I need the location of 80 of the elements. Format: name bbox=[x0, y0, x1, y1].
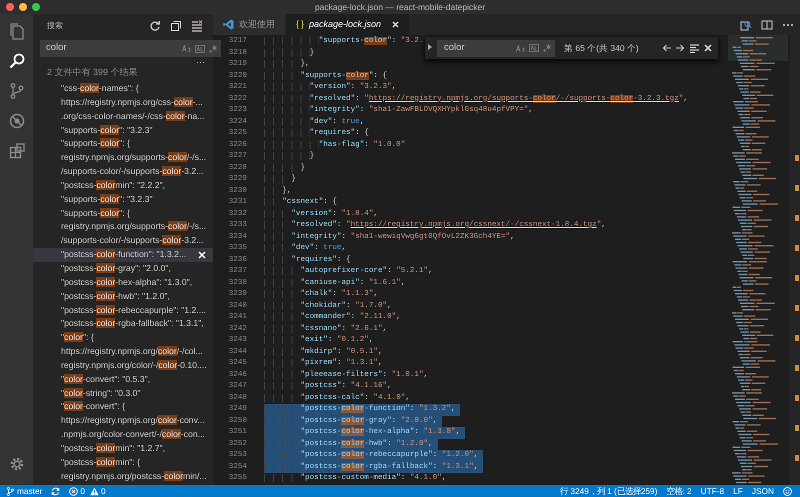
source-control-icon[interactable] bbox=[8, 82, 26, 100]
problems-status[interactable]: 0 0 bbox=[69, 484, 106, 497]
close-button[interactable] bbox=[704, 44, 712, 52]
collapse-all-icon[interactable] bbox=[170, 20, 182, 32]
search-result[interactable]: "color-string": "0.3.0" bbox=[33, 386, 213, 400]
dismiss-icon[interactable] bbox=[198, 251, 206, 260]
regex-icon[interactable] bbox=[543, 44, 551, 52]
search-result[interactable]: "supports-color": "3.2.3" bbox=[33, 124, 213, 138]
branch-icon bbox=[6, 486, 15, 496]
split-editor-icon[interactable] bbox=[761, 18, 773, 30]
close-icon[interactable] bbox=[392, 21, 400, 28]
find-in-selection-button[interactable] bbox=[690, 44, 699, 52]
extensions-icon[interactable] bbox=[8, 142, 26, 160]
encoding-status[interactable]: UTF-8 bbox=[700, 484, 724, 497]
search-result[interactable]: registry.npmjs.org/supports-color/-/s... bbox=[33, 220, 213, 234]
match-count: 第 65 个(共 340 个) bbox=[564, 42, 639, 54]
json-file-icon bbox=[296, 20, 304, 29]
search-result[interactable]: registry.npmjs.org/supports-color/-/s... bbox=[33, 151, 213, 166]
whole-word-icon[interactable] bbox=[529, 44, 539, 52]
search-result[interactable]: "postcss-colormin": { bbox=[33, 456, 213, 470]
cursor-position[interactable]: 行 3249，列 1 (已选择259) bbox=[560, 484, 658, 497]
search-icon[interactable] bbox=[8, 52, 26, 70]
search-result[interactable]: /supports-color/-/supports-color-3.2... bbox=[33, 165, 213, 179]
toggle-replace-icon[interactable] bbox=[428, 44, 432, 52]
previous-match-button[interactable] bbox=[662, 44, 671, 52]
error-icon bbox=[69, 486, 78, 496]
search-result[interactable]: "supports-color": { bbox=[33, 206, 213, 220]
whole-word-icon[interactable] bbox=[195, 44, 205, 52]
next-match-button[interactable] bbox=[676, 44, 685, 52]
search-result[interactable]: "postcss-color-gray": "2.0.0", bbox=[33, 262, 213, 276]
minimize-window-button[interactable] bbox=[19, 3, 27, 11]
regex-icon[interactable] bbox=[209, 44, 217, 52]
close-window-button[interactable] bbox=[6, 3, 14, 11]
search-field[interactable]: color bbox=[40, 40, 221, 57]
search-result[interactable]: .org/css-color-names/-/css-color-na... bbox=[33, 110, 213, 124]
match-case-icon[interactable] bbox=[516, 44, 525, 52]
match-case-icon[interactable] bbox=[182, 45, 191, 52]
search-result[interactable]: "supports-color": "3.2.3" bbox=[33, 192, 213, 207]
editor-tab[interactable]: package-lock.json bbox=[286, 14, 410, 35]
search-result[interactable]: "postcss-colormin": "2.2.2", bbox=[33, 178, 213, 193]
line-ending-status[interactable]: LF bbox=[733, 484, 743, 497]
search-result[interactable]: "supports-color": { bbox=[33, 137, 213, 152]
settings-icon[interactable] bbox=[8, 455, 26, 473]
search-result[interactable]: "postcss-color-function": "1.3.2... bbox=[33, 248, 213, 262]
refresh-icon[interactable] bbox=[149, 20, 161, 32]
branch-status[interactable]: master bbox=[6, 484, 42, 497]
search-input[interactable]: color bbox=[46, 41, 178, 56]
search-result[interactable]: "color-convert": { bbox=[33, 400, 213, 414]
indentation-status[interactable]: 空格: 2 bbox=[666, 484, 692, 497]
search-result[interactable]: "css-color-names": { bbox=[33, 82, 213, 96]
feedback-smiley-icon[interactable] bbox=[783, 486, 792, 496]
debug-icon[interactable] bbox=[8, 112, 26, 130]
find-input[interactable]: color bbox=[444, 40, 512, 56]
search-result[interactable]: registry.npmjs.org/color/-/color-0.10.... bbox=[33, 358, 213, 373]
clear-results-icon[interactable] bbox=[191, 20, 203, 32]
find-field[interactable]: color bbox=[437, 40, 555, 56]
editor-logo-icon bbox=[223, 19, 234, 30]
search-result[interactable]: /supports-color/-/supports-color-3.2... bbox=[33, 234, 213, 248]
files-icon[interactable] bbox=[8, 22, 26, 40]
search-result[interactable]: .npmjs.org/color-convert/-/color-con... bbox=[33, 428, 213, 442]
sync-icon[interactable] bbox=[51, 486, 60, 496]
search-result[interactable]: registry.npmjs.org/postcss-colormin/... bbox=[33, 470, 213, 484]
zoom-window-button[interactable] bbox=[32, 3, 40, 11]
search-result[interactable]: "postcss-colormin": "1.2.7", bbox=[33, 442, 213, 456]
sidebar-title: 搜索 bbox=[47, 20, 64, 32]
search-result[interactable]: "postcss-color-rgba-fallback": "1.3.1", bbox=[33, 317, 213, 332]
language-status[interactable]: JSON bbox=[752, 484, 774, 497]
search-result[interactable]: "color": { bbox=[33, 331, 213, 346]
search-result[interactable]: https://registry.npmjs.org/color/-/col... bbox=[33, 345, 213, 359]
search-result[interactable]: https://registry.npmjs.org/color-conv... bbox=[33, 414, 213, 428]
open-changes-icon[interactable] bbox=[740, 18, 752, 30]
window-title: package-lock.json — react-mobile-datepicker bbox=[314, 1, 486, 14]
results-summary: 2 文件中有 399 个结果 bbox=[46, 66, 139, 78]
search-result[interactable]: "postcss-color-hwb": "1.2.0", bbox=[33, 290, 213, 304]
search-result[interactable]: "color-convert": "0.5.3", bbox=[33, 372, 213, 387]
search-result[interactable]: https://registry.npmjs.org/css-color-... bbox=[33, 96, 213, 110]
search-result[interactable]: "postcss-color-hex-alpha": "1.3.0", bbox=[33, 276, 213, 290]
editor-tab[interactable]: 欢迎使用 bbox=[213, 14, 286, 35]
more-options-button[interactable]: ··· bbox=[196, 58, 205, 66]
search-result[interactable]: "postcss-color-rebeccapurple": "1.2.... bbox=[33, 304, 213, 318]
